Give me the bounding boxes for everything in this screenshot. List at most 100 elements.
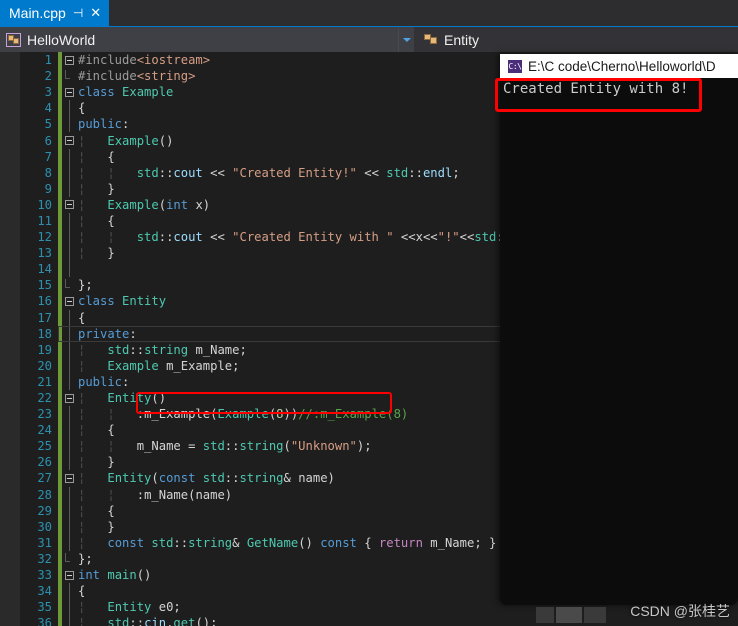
code-text: ¦ ¦ :m_Example(Example(8))//:m_Example(8…: [78, 407, 409, 422]
navigation-bar-left: HelloWorld: [0, 26, 414, 52]
fold-toggle-icon: [62, 116, 76, 133]
fold-toggle-icon: [62, 309, 76, 326]
line-number: 23: [37, 407, 52, 422]
code-text: ¦ }: [78, 246, 115, 261]
close-icon[interactable]: ✕: [90, 0, 101, 26]
fold-toggle-icon[interactable]: [62, 570, 76, 580]
tab-main-cpp[interactable]: Main.cpp ⊣ ✕: [0, 0, 110, 26]
fold-toggle-icon: [62, 615, 76, 626]
line-number: 1: [44, 53, 52, 68]
line-number: 27: [37, 471, 52, 486]
code-text: ¦ Example(int x): [78, 197, 211, 212]
fold-toggle-icon: [62, 212, 76, 230]
code-text: ¦ std::cin.get();: [78, 616, 218, 626]
fold-toggle-icon: [62, 341, 76, 358]
watermark-blocks: [536, 607, 606, 623]
line-number: 29: [37, 503, 52, 518]
code-text: class Example: [78, 85, 174, 100]
line-number: 33: [37, 568, 52, 583]
scope-selector[interactable]: HelloWorld: [0, 32, 398, 48]
line-number: 10: [37, 197, 52, 212]
fold-toggle-icon[interactable]: [62, 200, 76, 210]
code-text: ¦ {: [78, 503, 115, 518]
line-number: 11: [37, 213, 52, 228]
fold-toggle-icon: [62, 180, 76, 197]
console-title-text: E:\C code\Cherno\Helloworld\D: [528, 58, 716, 74]
fold-toggle-icon[interactable]: [62, 296, 76, 306]
fold-toggle-icon[interactable]: [62, 87, 76, 97]
code-text: };: [78, 278, 93, 293]
chevron-down-icon: [402, 37, 411, 42]
line-number: 16: [37, 294, 52, 309]
code-text: class Entity: [78, 294, 167, 309]
scope-dropdown-button[interactable]: [398, 27, 414, 52]
fold-toggle-icon: [62, 245, 76, 262]
line-number: 36: [37, 616, 52, 626]
line-number: 25: [37, 439, 52, 454]
fold-toggle-icon[interactable]: [62, 136, 76, 146]
line-number: 24: [37, 423, 52, 438]
member-label: Entity: [444, 31, 480, 48]
code-text: ¦ ¦ :m_Name(name): [78, 487, 233, 502]
fold-toggle-icon: [62, 534, 76, 551]
line-number: 2: [44, 69, 52, 84]
code-text: };: [78, 551, 93, 566]
code-text: {: [78, 584, 86, 599]
line-number: 21: [37, 374, 52, 389]
line-number: 17: [37, 310, 52, 325]
console-output-line: Created Entity with 8!: [503, 81, 689, 97]
code-text: ¦ Entity(): [78, 391, 167, 406]
console-window[interactable]: C:\ E:\C code\Cherno\Helloworld\D Create…: [500, 54, 738, 605]
line-number: 32: [37, 551, 52, 566]
tab-label: Main.cpp: [9, 5, 66, 21]
fold-toggle-icon: [62, 373, 76, 390]
fold-toggle-icon[interactable]: [62, 55, 76, 65]
code-text: public:: [78, 374, 130, 389]
line-number: 20: [37, 358, 52, 373]
code-text: int main(): [78, 568, 152, 583]
code-text: ¦ Example m_Example;: [78, 358, 240, 373]
line-number: 9: [44, 181, 52, 196]
fold-toggle-icon: [62, 552, 76, 565]
code-text: {: [78, 310, 86, 325]
line-number: 26: [37, 455, 52, 470]
fold-toggle-icon: [62, 148, 76, 165]
fold-toggle-icon: [62, 422, 76, 439]
line-number: 4: [44, 101, 52, 116]
code-text: ¦ {: [78, 423, 115, 438]
line-number: 30: [37, 519, 52, 534]
code-line[interactable]: 36 ¦ std::cin.get();: [0, 615, 738, 626]
command-prompt-icon: C:\: [508, 59, 522, 73]
line-number: 35: [37, 600, 52, 615]
fold-toggle-icon: [62, 486, 76, 503]
code-text: ¦ {: [78, 213, 115, 228]
line-number: 14: [37, 262, 52, 277]
pin-icon[interactable]: ⊣: [73, 0, 83, 26]
line-number: 7: [44, 149, 52, 164]
fold-toggle-icon: [62, 261, 76, 278]
line-number: 12: [37, 230, 52, 245]
line-number: 8: [44, 165, 52, 180]
console-title-bar[interactable]: C:\ E:\C code\Cherno\Helloworld\D: [500, 54, 738, 78]
code-text: ¦ Entity e0;: [78, 600, 181, 615]
fold-toggle-icon: [62, 100, 76, 117]
line-number: 18: [37, 326, 52, 341]
code-text: #include<iostream>: [78, 53, 211, 68]
fold-toggle-icon[interactable]: [62, 473, 76, 483]
line-number: 31: [37, 535, 52, 550]
watermark: CSDN @张桂艺: [630, 603, 730, 619]
puzzle-piece-icon: [6, 32, 21, 47]
code-text: ¦ std::string m_Name;: [78, 342, 247, 357]
fold-toggle-icon: [62, 406, 76, 423]
code-text: #include<string>: [78, 69, 196, 84]
code-text: ¦ Example(): [78, 133, 174, 148]
line-number: 3: [44, 85, 52, 100]
code-text: public:: [78, 117, 130, 132]
fold-toggle-icon: [62, 70, 76, 82]
fold-toggle-icon: [62, 229, 76, 246]
navigation-bar-right[interactable]: Entity: [414, 26, 738, 52]
fold-toggle-icon[interactable]: [62, 393, 76, 403]
line-number: 34: [37, 584, 52, 599]
code-text: ¦ Entity(const std::string& name): [78, 471, 335, 486]
fold-toggle-icon: [62, 325, 76, 342]
